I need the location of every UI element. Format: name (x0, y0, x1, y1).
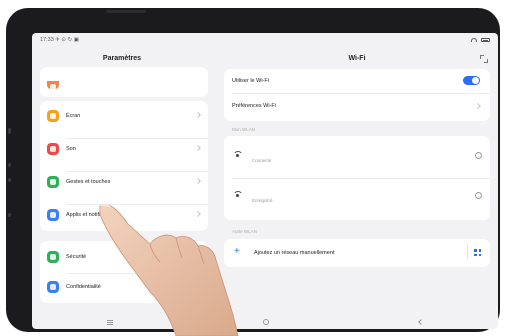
network-status: Connecté (252, 158, 272, 163)
settings-item-label: Gestes et touches (66, 179, 111, 185)
privacy-icon (47, 281, 59, 293)
home-icon[interactable] (263, 319, 269, 325)
add-network-label: Ajoutez un réseau manuellement (254, 250, 335, 256)
add-network-card[interactable]: + Ajoutez un réseau manuellement (224, 239, 490, 267)
other-wlan-label: Autre WLAN (232, 229, 258, 234)
settings-item-label: Son (66, 146, 76, 152)
use-wifi-label: Utiliser le Wi-Fi (232, 78, 269, 84)
settings-card-top (40, 67, 208, 97)
settings-item-ecran[interactable]: Écran (40, 105, 208, 127)
settings-item-label: Écran (66, 113, 81, 119)
chevron-right-icon (195, 211, 201, 217)
camera-bar (106, 10, 146, 13)
status-time: 17:33 ✈ ⊙ ↻ ▣ (40, 37, 79, 43)
wifi-prefs-row[interactable]: Préférences Wi-Fi (224, 94, 490, 118)
side-button (8, 213, 11, 217)
wifi-pane: Wi-Fi Utiliser le Wi-Fi Préférences Wi-F… (216, 47, 498, 313)
side-button (8, 128, 11, 134)
chevron-right-icon (195, 178, 201, 184)
settings-pane: Paramètres Écran Son Gestes et touches A… (32, 47, 212, 313)
sound-icon (47, 143, 59, 155)
battery-icon (481, 38, 490, 42)
settings-item-label: Sécurité (66, 254, 87, 260)
wifi-prefs-label: Préférences Wi-Fi (232, 103, 277, 109)
qr-scan-icon[interactable] (474, 249, 481, 256)
my-networks-card: Connecté i Enregistré i (224, 136, 490, 220)
settings-card-security: Sécurité Confidentialité (40, 241, 208, 303)
chevron-right-icon (195, 253, 201, 259)
settings-item-confidentialite[interactable]: Confidentialité (40, 276, 208, 298)
side-button (8, 178, 11, 182)
wifi-title: Wi-Fi (348, 55, 366, 62)
system-nav-bar (32, 315, 498, 329)
wifi-icon (233, 191, 243, 197)
wifi-icon (233, 151, 243, 157)
apps-icon (47, 209, 59, 221)
tablet-screen: 17:33 ✈ ⊙ ↻ ▣ Paramètres Écran Son Geste… (32, 33, 498, 329)
tablet-frame: 17:33 ✈ ⊙ ↻ ▣ Paramètres Écran Son Geste… (6, 8, 500, 332)
settings-item-label: Confidentialité (66, 284, 101, 290)
side-button (8, 163, 11, 167)
wifi-settings-card: Utiliser le Wi-Fi Préférences Wi-Fi (224, 69, 490, 121)
info-icon[interactable]: i (475, 152, 482, 159)
settings-item-gestes[interactable]: Gestes et touches (40, 171, 208, 193)
use-wifi-row[interactable]: Utiliser le Wi-Fi (224, 69, 490, 93)
network-row-saved[interactable]: Enregistré i (224, 182, 490, 210)
chevron-right-icon (195, 112, 201, 118)
recent-apps-icon[interactable] (107, 319, 113, 325)
plus-icon: + (234, 246, 240, 257)
shield-icon (47, 251, 59, 263)
wifi-signal-icon (471, 38, 477, 42)
network-status: Enregistré (252, 198, 273, 203)
expand-icon[interactable] (480, 55, 488, 63)
divider (232, 178, 490, 179)
settings-item-securite[interactable]: Sécurité (40, 246, 208, 268)
chevron-right-icon (195, 145, 201, 151)
back-icon[interactable] (418, 319, 424, 325)
settings-title: Paramètres (102, 55, 142, 62)
settings-item-son[interactable]: Son (40, 138, 208, 160)
chevron-right-icon (475, 103, 481, 109)
info-icon[interactable]: i (475, 192, 482, 199)
settings-card-main: Écran Son Gestes et touches Applis et no… (40, 101, 208, 231)
status-bar: 17:33 ✈ ⊙ ↻ ▣ (32, 33, 498, 47)
divider (66, 273, 208, 274)
network-row-connected[interactable]: Connecté i (224, 142, 490, 170)
divider (467, 245, 468, 259)
my-wlan-label: Mon WLAN (232, 127, 256, 132)
partial-app-icon (47, 81, 59, 90)
display-icon (47, 110, 59, 122)
settings-item-label: Applis et notifications (66, 212, 118, 218)
gesture-icon (47, 176, 59, 188)
settings-item-applis[interactable]: Applis et notifications (40, 204, 208, 226)
wifi-toggle[interactable] (463, 76, 480, 85)
